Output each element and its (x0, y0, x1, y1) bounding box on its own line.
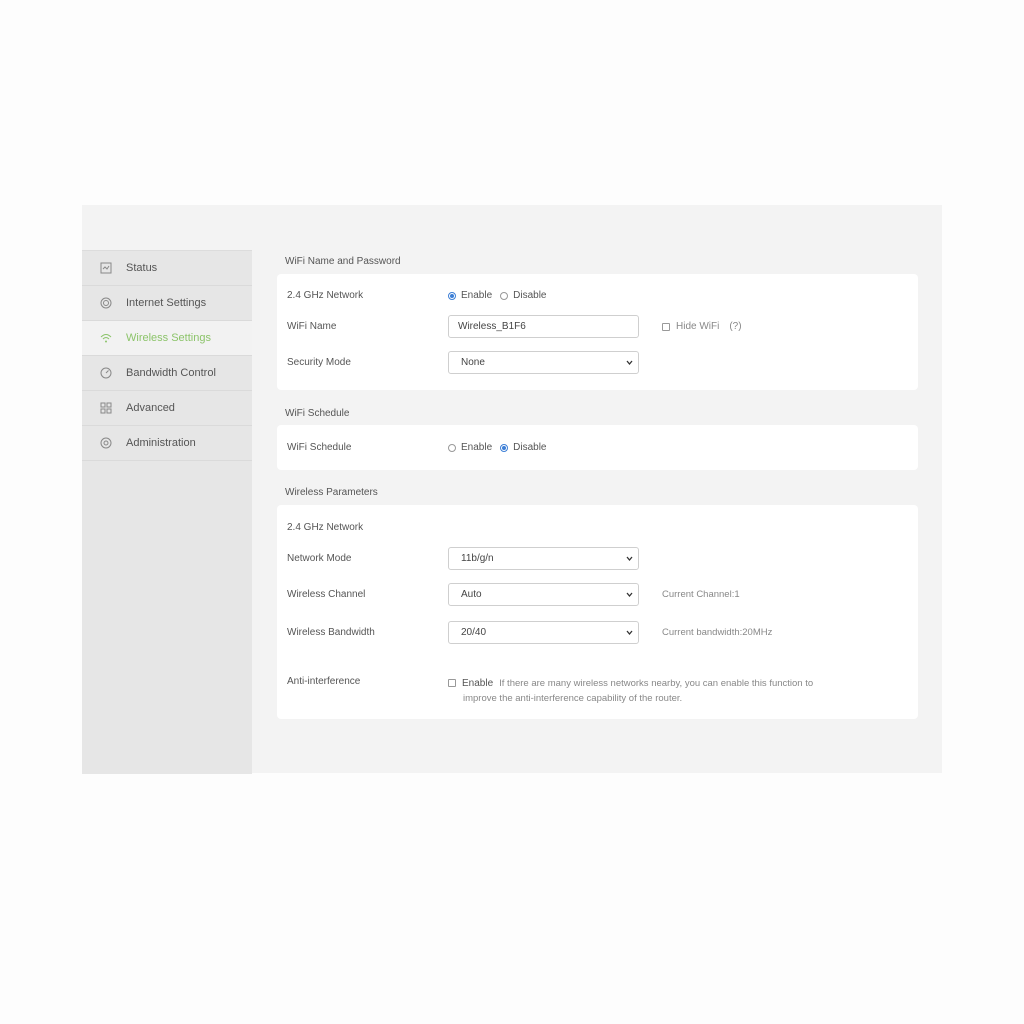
radio-label: Disable (513, 290, 547, 301)
wireless-channel-label: Wireless Channel (287, 589, 366, 600)
sidebar: Status Internet Settings Wireless Settin… (82, 250, 252, 774)
status-icon (100, 262, 112, 274)
anti-interference-group: Enable If there are many wireless networ… (448, 676, 868, 706)
hide-wifi-checkbox[interactable] (662, 322, 670, 331)
sidebar-item-label: Advanced (126, 402, 175, 414)
sidebar-item-label: Bandwidth Control (126, 367, 216, 379)
sidebar-item-bandwidth-control[interactable]: Bandwidth Control (82, 356, 252, 391)
radio-label: Disable (513, 442, 547, 453)
network-mode-select[interactable]: 11b/g/n (448, 547, 639, 570)
schedule-disable-radio[interactable] (500, 443, 509, 452)
sidebar-item-wireless-settings[interactable]: Wireless Settings (82, 321, 252, 356)
sidebar-item-label: Internet Settings (126, 297, 207, 309)
chevron-down-icon (626, 630, 633, 636)
anti-enable-label: Enable (462, 678, 494, 689)
grid-icon (100, 402, 112, 414)
section-title-wifi-name-password: WiFi Name and Password (285, 256, 401, 267)
hide-wifi-group: Hide WiFi (?) (662, 321, 742, 332)
sidebar-item-advanced[interactable]: Advanced (82, 391, 252, 426)
network-label: 2.4 GHz Network (287, 522, 364, 533)
card-wifi-schedule: WiFi Schedule Enable Disable (277, 425, 918, 470)
sidebar-item-label: Administration (126, 437, 196, 449)
main-content: WiFi Name and Password 2.4 GHz Network E… (277, 205, 918, 773)
card-wireless-parameters: 2.4 GHz Network Network Mode 11b/g/n Wir… (277, 505, 918, 719)
router-admin-window: Status Internet Settings Wireless Settin… (82, 205, 942, 774)
internet-icon (100, 297, 112, 309)
anti-hint-line1: If there are many wireless networks near… (499, 678, 814, 689)
section-title-wireless-parameters: Wireless Parameters (285, 487, 378, 498)
chevron-down-icon (626, 592, 633, 598)
section-title-wifi-schedule: WiFi Schedule (285, 408, 350, 419)
network-mode-label: Network Mode (287, 553, 352, 564)
wireless-channel-select[interactable]: Auto (448, 583, 639, 606)
sidebar-item-label: Status (126, 262, 158, 274)
wifi-icon (100, 332, 112, 344)
security-mode-label: Security Mode (287, 357, 351, 368)
card-wifi-name-password: 2.4 GHz Network Enable Disable WiFi Name… (277, 274, 918, 390)
wifi-name-label: WiFi Name (287, 321, 337, 332)
network-enable-radio[interactable] (448, 291, 456, 300)
wifi-name-input[interactable]: Wireless_B1F6 (448, 315, 639, 338)
network-radio-group: Enable Disable (448, 290, 555, 301)
select-value: Auto (461, 589, 482, 600)
help-icon[interactable]: (?) (729, 321, 741, 332)
sidebar-item-status[interactable]: Status (82, 251, 252, 286)
chevron-down-icon (626, 360, 633, 366)
radio-label: Enable (461, 442, 493, 453)
current-channel-note: Current Channel:1 (662, 589, 740, 600)
sidebar-item-administration[interactable]: Administration (82, 426, 252, 461)
sidebar-item-label: Wireless Settings (126, 332, 211, 344)
schedule-radio-group: Enable Disable (448, 442, 555, 453)
wireless-bandwidth-label: Wireless Bandwidth (287, 627, 375, 638)
current-bandwidth-note: Current bandwidth:20MHz (662, 627, 773, 638)
wireless-bandwidth-select[interactable]: 20/40 (448, 621, 639, 644)
select-value: 11b/g/n (461, 553, 494, 564)
select-value: None (461, 357, 485, 368)
wifi-schedule-label: WiFi Schedule (287, 442, 352, 453)
anti-hint-line2: improve the anti-interference capability… (463, 693, 683, 704)
hide-wifi-label: Hide WiFi (676, 321, 720, 332)
security-mode-select[interactable]: None (448, 351, 639, 374)
anti-interference-checkbox[interactable] (448, 679, 456, 687)
network-label: 2.4 GHz Network (287, 290, 364, 301)
schedule-enable-radio[interactable] (448, 443, 456, 452)
admin-icon (100, 437, 112, 449)
select-value: 20/40 (461, 627, 487, 638)
gauge-icon (100, 367, 112, 379)
anti-interference-label: Anti-interference (287, 676, 361, 687)
radio-label: Enable (461, 290, 493, 301)
sidebar-item-internet-settings[interactable]: Internet Settings (82, 286, 252, 321)
network-disable-radio[interactable] (500, 291, 509, 300)
chevron-down-icon (626, 556, 633, 562)
